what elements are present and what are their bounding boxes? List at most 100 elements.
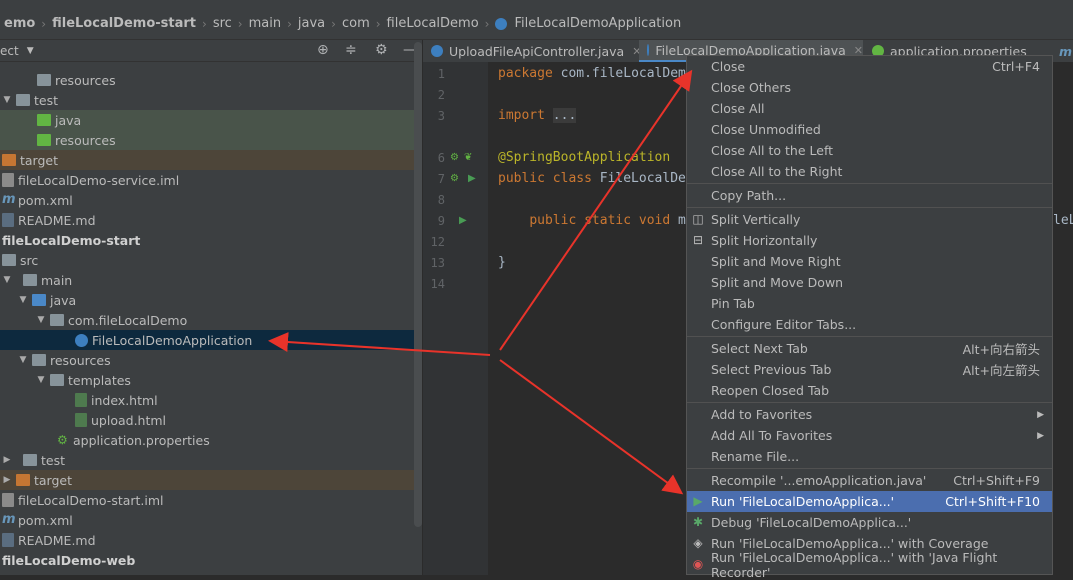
folded-imports[interactable]: ...: [552, 108, 577, 123]
tree-row-src[interactable]: src: [0, 250, 415, 270]
menu-item-run-flight-recorder[interactable]: ◉ Run 'FileLocalDemoApplica...' with 'Jav…: [687, 550, 1052, 580]
breadcrumb-item-module[interactable]: fileLocalDemo-start: [48, 16, 200, 31]
locate-icon[interactable]: ⊕: [317, 42, 329, 58]
tree-row-resources[interactable]: resources: [0, 70, 415, 90]
menu-item-add-to-favorites[interactable]: Add to Favorites ▶: [687, 404, 1052, 425]
menu-item-copy-path[interactable]: Copy Path...: [687, 185, 1052, 206]
project-panel-title[interactable]: ect: [0, 44, 19, 58]
menu-label: Reopen Closed Tab: [711, 383, 830, 398]
tree-row-main-resources[interactable]: ▼ resources: [0, 350, 415, 370]
tree-row-pom[interactable]: m pom.xml: [0, 190, 415, 210]
breadcrumb-item-project[interactable]: emo: [0, 16, 39, 31]
menu-item-configure-tabs[interactable]: Configure Editor Tabs...: [687, 314, 1052, 335]
tree-row-readme-2[interactable]: README.md: [0, 530, 415, 550]
spring-bean-gutter-icon[interactable]: ⚙: [450, 152, 459, 163]
menu-item-select-previous-tab[interactable]: Select Previous Tab Alt+向左箭头: [687, 359, 1052, 380]
menu-item-add-all-to-favorites[interactable]: Add All To Favorites ▶: [687, 425, 1052, 446]
tree-row-main[interactable]: ▼ main: [0, 270, 415, 290]
breadcrumb: emo › fileLocalDemo-start › src › main › jav…: [0, 8, 1073, 40]
breadcrumb-item-src[interactable]: src: [209, 16, 236, 31]
expand-arrow-icon[interactable]: ▼: [17, 355, 29, 365]
tree-label: pom.xml: [18, 512, 73, 528]
breadcrumb-item-com[interactable]: com: [338, 16, 374, 31]
tab-overflow[interactable]: m: [1051, 40, 1073, 62]
tree-row-target-2[interactable]: ▶ target: [0, 470, 415, 490]
breadcrumb-item-class[interactable]: FileLocalDemoApplication: [510, 16, 685, 31]
menu-label: Copy Path...: [711, 188, 787, 203]
spring-leaf-gutter-icon[interactable]: ❦: [464, 152, 472, 163]
menu-item-reopen-closed-tab[interactable]: Reopen Closed Tab: [687, 380, 1052, 401]
menu-item-run[interactable]: ▶ Run 'FileLocalDemoApplica...' Ctrl+Shift…: [687, 491, 1052, 512]
breadcrumb-item-main[interactable]: main: [245, 16, 285, 31]
menu-item-split-vertically[interactable]: ◫ Split Vertically: [687, 209, 1052, 230]
tree-row-module-web[interactable]: fileLocalDemo-web: [0, 550, 415, 570]
menu-item-split-horizontally[interactable]: ⊟ Split Horizontally: [687, 230, 1052, 251]
menu-label: Close Others: [711, 80, 792, 95]
tree-label: resources: [55, 132, 116, 148]
collapse-arrow-icon[interactable]: ▶: [1, 455, 13, 465]
tab-upload-controller[interactable]: UploadFileApiController.java ✕: [423, 40, 646, 62]
tree-label: main: [41, 272, 73, 288]
project-panel-header: ect ▼ ⊕ ≑ ⚙ —: [0, 40, 422, 62]
tree-label: application.properties: [73, 432, 210, 448]
tree-row-pom-2[interactable]: m pom.xml: [0, 510, 415, 530]
line-number: 7: [437, 172, 445, 186]
tree-row-service-iml[interactable]: fileLocalDemo-service.iml: [0, 170, 415, 190]
dropdown-arrow-icon[interactable]: ▼: [27, 46, 34, 56]
tree-row-package[interactable]: ▼ com.fileLocalDemo: [0, 310, 415, 330]
menu-item-close-all[interactable]: Close All: [687, 98, 1052, 119]
split-vertical-icon: ◫: [692, 212, 704, 226]
menu-separator: [687, 183, 1052, 184]
run-gutter-icon[interactable]: ▶: [468, 173, 476, 184]
tree-row-main-java[interactable]: ▼ java: [0, 290, 415, 310]
tree-row-upload-controller[interactable]: [0, 61, 415, 69]
menu-item-close-others[interactable]: Close Others: [687, 77, 1052, 98]
breadcrumb-item-package[interactable]: fileLocalDemo: [383, 16, 483, 31]
tree-row-templates[interactable]: ▼ templates: [0, 370, 415, 390]
tree-row-test-java[interactable]: java: [0, 110, 415, 130]
tree-row-upload-html[interactable]: upload.html: [0, 410, 415, 430]
menu-separator: [687, 207, 1052, 208]
run-gutter-icon[interactable]: ▶: [459, 215, 467, 226]
tree-row-test-2[interactable]: ▶ test: [0, 450, 415, 470]
breadcrumb-item-java[interactable]: java: [294, 16, 329, 31]
collapse-all-icon[interactable]: ≑: [345, 42, 357, 58]
menu-item-close[interactable]: Close Ctrl+F4: [687, 56, 1052, 77]
tree-row-readme[interactable]: README.md: [0, 210, 415, 230]
excluded-folder-icon: [16, 474, 30, 486]
menu-item-recompile[interactable]: Recompile '...emoApplication.java' Ctrl+S…: [687, 470, 1052, 491]
menu-item-pin-tab[interactable]: Pin Tab: [687, 293, 1052, 314]
menu-item-rename-file[interactable]: Rename File...: [687, 446, 1052, 467]
tree-label: resources: [55, 72, 116, 88]
expand-arrow-icon[interactable]: ▼: [1, 95, 13, 105]
tree-row-application-properties[interactable]: ⚙ application.properties: [0, 430, 415, 450]
code-line-3: import ...: [498, 108, 577, 123]
project-scrollbar[interactable]: [414, 42, 422, 527]
tree-label: com.fileLocalDemo: [68, 312, 188, 328]
expand-arrow-icon[interactable]: ▼: [35, 375, 47, 385]
tree-row-start-iml[interactable]: fileLocalDemo-start.iml: [0, 490, 415, 510]
collapse-arrow-icon[interactable]: ▶: [1, 475, 13, 485]
menu-item-close-unmodified[interactable]: Close Unmodified: [687, 119, 1052, 140]
menu-label: Select Next Tab: [711, 341, 808, 356]
tree-row-application-class[interactable]: FileLocalDemoApplication: [0, 330, 415, 350]
menu-item-split-move-right[interactable]: Split and Move Right: [687, 251, 1052, 272]
menu-item-close-all-left[interactable]: Close All to the Left: [687, 140, 1052, 161]
menu-label: Split Vertically: [711, 212, 801, 227]
menu-shortcut: Alt+向左箭头: [962, 363, 1040, 378]
tree-row-test-resources[interactable]: resources: [0, 130, 415, 150]
tree-row-index-html[interactable]: index.html: [0, 390, 415, 410]
expand-arrow-icon[interactable]: ▼: [1, 275, 13, 285]
expand-arrow-icon[interactable]: ▼: [35, 315, 47, 325]
menu-item-split-move-down[interactable]: Split and Move Down: [687, 272, 1052, 293]
spring-bean-gutter-icon[interactable]: ⚙: [450, 173, 459, 184]
tree-row-test[interactable]: ▼ test: [0, 90, 415, 110]
settings-gear-icon[interactable]: ⚙: [375, 42, 388, 58]
menu-item-debug[interactable]: ✱ Debug 'FileLocalDemoApplica...': [687, 512, 1052, 533]
folder-icon: [50, 374, 64, 386]
tree-row-target[interactable]: target: [0, 150, 415, 170]
expand-arrow-icon[interactable]: ▼: [17, 295, 29, 305]
menu-item-close-all-right[interactable]: Close All to the Right: [687, 161, 1052, 182]
tree-row-module-start[interactable]: fileLocalDemo-start: [0, 230, 415, 250]
menu-item-select-next-tab[interactable]: Select Next Tab Alt+向右箭头: [687, 338, 1052, 359]
